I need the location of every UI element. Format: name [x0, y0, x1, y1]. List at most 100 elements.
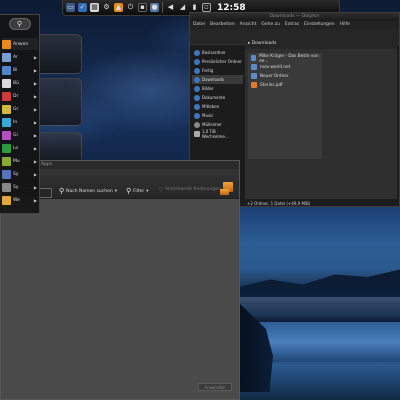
launcher-item[interactable]: Bü ▶ [2, 77, 38, 89]
chevron-right-icon: ▶ [33, 54, 37, 60]
category-icon [2, 78, 11, 88]
dashboard-tile [36, 34, 82, 74]
menu-datei[interactable]: Datei [193, 22, 205, 28]
place-dokumente[interactable]: Dokumente [192, 93, 243, 102]
place-removable[interactable]: 1,0 TiB Wechselme... [192, 128, 243, 139]
volume-icon[interactable]: ◀ [166, 3, 175, 12]
folder-icon [194, 103, 200, 110]
calendar-icon[interactable]: ▦ [90, 3, 99, 12]
folder-icon [251, 54, 257, 61]
category-icon [2, 195, 11, 205]
search-icon: ⚲ [59, 187, 65, 195]
dashboard-tile [36, 78, 82, 126]
lake-photo [238, 207, 400, 400]
place-mitleben[interactable]: Mitleben [192, 102, 243, 111]
list-item[interactable]: Stories.pdf [248, 80, 320, 89]
category-icon [2, 182, 11, 192]
menu-ansicht[interactable]: Ansicht [240, 22, 257, 28]
pending-label: Anstehende Änderungen [164, 187, 221, 192]
launcher-item[interactable]: Le ▶ [2, 142, 38, 154]
clock[interactable]: 12:58 [217, 3, 246, 13]
launcher-item-label: Bi [13, 67, 18, 73]
category-icon [2, 169, 11, 179]
launcher-item-label: We [13, 197, 20, 203]
category-icon [2, 130, 11, 140]
launcher-item[interactable]: Sy ▶ [2, 181, 38, 193]
launcher-item[interactable]: Sy ▶ [2, 168, 38, 180]
list-item[interactable]: Mike Krüger - Das Beste von ee... [248, 52, 320, 63]
category-icon [2, 39, 11, 49]
launcher-item[interactable]: Mu ▶ [2, 155, 38, 167]
places-panel: Basisordner Persönlicher Ordner Fertig D… [192, 48, 243, 148]
place-downloads[interactable]: Downloads [192, 75, 243, 84]
menu-hilfe[interactable]: Hilfe [340, 22, 350, 28]
bag-icon[interactable]: ▲ [114, 3, 123, 12]
sync-icon: ○ [159, 187, 163, 192]
menu-bearbeiten[interactable]: Bearbeiten [210, 22, 235, 28]
launcher-item-label: Sy [13, 171, 19, 177]
battery-icon[interactable]: ▮ [190, 3, 199, 12]
file-name: Mike Krüger - Das Beste von ee... [259, 52, 319, 63]
chevron-right-icon: ▶ [33, 119, 37, 125]
chevron-right-icon: ▶ [33, 93, 37, 99]
place-music[interactable]: Music [192, 111, 243, 120]
launcher-item[interactable]: Anwen [2, 38, 38, 50]
filter-button[interactable]: ⚲ Filter ▾ [126, 187, 149, 195]
gear-icon[interactable]: ⚙ [102, 3, 111, 12]
launcher-item[interactable]: Bi ▶ [2, 64, 38, 76]
check-icon[interactable]: ✓ [78, 3, 87, 12]
place-basisordner[interactable]: Basisordner [192, 48, 243, 57]
launcher-item[interactable]: Gr ▶ [2, 103, 38, 115]
trash-icon [194, 121, 200, 128]
power-icon[interactable]: ⏻ [126, 3, 135, 12]
chevron-down-icon: ▾ [114, 188, 117, 194]
place-label: Basisordner [202, 50, 226, 55]
pending-changes[interactable]: ○ Anstehende Änderungen [159, 187, 221, 192]
launcher-item-label: Ar [13, 54, 18, 60]
place-label: 1,0 TiB Wechselme... [201, 128, 229, 139]
monitor-icon[interactable]: ▫ [202, 3, 211, 12]
launcher-search[interactable]: ⚲ [8, 18, 31, 30]
place-personal[interactable]: Persönlicher Ordner [192, 57, 243, 66]
category-icon [2, 117, 11, 127]
launcher-item-label: Gr [13, 106, 19, 112]
place-fertig[interactable]: Fertig [192, 66, 243, 75]
menu-extras[interactable]: Extras [285, 22, 299, 28]
search-by-name[interactable]: ⚲ Nach Namen suchen ▾ [59, 187, 117, 195]
list-item[interactable]: mov-world.net [248, 62, 320, 71]
place-label: Dokumente [202, 95, 226, 100]
chevron-right-icon: ▶ [33, 106, 37, 112]
network-icon[interactable]: ◢ [178, 3, 187, 12]
category-icon [2, 156, 11, 166]
menu-gehe-zu[interactable]: Gehe zu [261, 22, 280, 28]
folder-icon [251, 72, 257, 79]
launcher-item[interactable]: In ▶ [2, 116, 38, 128]
launcher-item[interactable]: We ▶ [2, 194, 38, 206]
breadcrumb[interactable]: ▸ Downloads [245, 39, 397, 49]
place-label: Mülleimer [202, 122, 222, 127]
settings-icon[interactable] [220, 189, 229, 195]
folder-icon [194, 67, 200, 74]
category-icon [2, 65, 11, 75]
launcher-item-label: Bü [13, 80, 19, 86]
menu-einstellungen[interactable]: Einstellungen [304, 22, 335, 28]
launcher-item-label: Anwen [13, 41, 29, 47]
results-area [3, 199, 237, 393]
music-icon [194, 112, 200, 119]
launcher-item-label: Dr [13, 93, 19, 99]
terminal-icon[interactable]: ▪ [138, 3, 147, 12]
category-icon [2, 143, 11, 153]
chevron-right-icon: ▶ [33, 184, 37, 190]
search-by-label: Nach Namen suchen [66, 188, 113, 194]
chevron-down-icon: ▾ [146, 188, 149, 194]
apply-button[interactable]: Anwenden [198, 383, 232, 391]
launcher-item[interactable]: Ar ▶ [2, 51, 38, 63]
display-icon[interactable]: ▭ [66, 3, 75, 12]
place-bilder[interactable]: Bilder [192, 84, 243, 93]
chevron-right-icon: ▶ [33, 197, 37, 203]
launcher-item[interactable]: Dr ▶ [2, 90, 38, 102]
chat-icon[interactable]: ● [150, 3, 159, 12]
list-item[interactable]: Neuer Ordner [248, 71, 320, 80]
launcher-menu: ⚲ Anwen Ar ▶ Bi ▶ Bü ▶ Dr ▶ Gr ▶ In ▶ Gi ▶ Le ▶ Mu ▶ Sy ▶ Sy ▶… [0, 14, 40, 214]
launcher-item[interactable]: Gi ▶ [2, 129, 38, 141]
